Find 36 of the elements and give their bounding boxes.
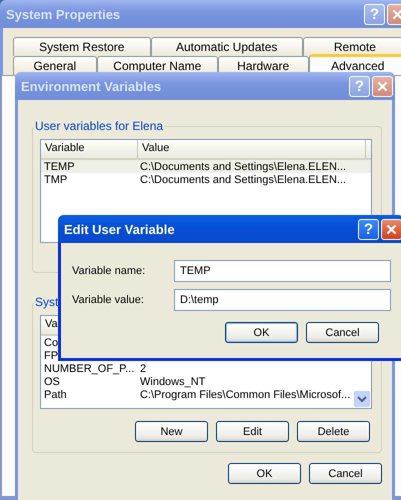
variable-cell-text: NUMBER_OF_P... <box>43 362 136 374</box>
list-row[interactable]: OS Windows_NT <box>41 375 371 388</box>
variable-cell-text: OS <box>43 376 61 388</box>
variable-cell-text: TEMP <box>43 160 76 172</box>
column-header[interactable]: Variable <box>41 140 138 158</box>
dialog-button[interactable]: OK <box>225 322 298 343</box>
scroll-down-icon[interactable] <box>354 391 370 407</box>
variable-cell-text: Path <box>43 388 68 400</box>
list-row[interactable]: TMP C:\Documents and Settings\Elena.ELEN... <box>41 173 371 186</box>
value-cell-text: C:\Documents and Settings\Elena.ELEN... <box>139 160 348 172</box>
value-cell-text: C:\Documents and Settings\Elena.ELEN... <box>139 174 348 186</box>
close-icon <box>392 8 401 20</box>
field-label: Variable value: <box>72 294 145 306</box>
close-icon <box>386 224 397 234</box>
window-title: Edit User Variable <box>64 222 176 236</box>
value-cell-text: C:\Program Files\Common Files\Microsof... <box>139 388 352 400</box>
help-button[interactable]: ? <box>358 218 379 240</box>
dialog-button[interactable]: Cancel <box>306 322 379 343</box>
window-title: Environment Variables <box>21 78 162 94</box>
value-cell-text: Windows_NT <box>139 376 206 388</box>
list-row[interactable]: NUMBER_OF_P... 2 <box>41 362 371 375</box>
variable-cell-text: FP <box>43 350 60 362</box>
variable-cell-text: Co <box>43 336 60 348</box>
input-field[interactable]: TEMP <box>174 260 391 282</box>
value-cell-text: 2 <box>139 362 148 374</box>
close-button[interactable] <box>381 218 401 240</box>
close-icon <box>377 80 388 92</box>
group-label: User variables for Elena <box>34 119 164 133</box>
column-header[interactable]: Value <box>138 140 366 158</box>
variable-cell-text: TMP <box>43 174 68 186</box>
list-row[interactable]: TEMP C:\Documents and Settings\Elena.ELEN... <box>41 160 371 173</box>
list-row[interactable]: Path C:\Program Files\Common Files\Microsof... <box>41 388 371 401</box>
input-field[interactable]: D:\temp <box>174 289 391 311</box>
group-label: Syst <box>34 295 60 309</box>
window-title: System Properties <box>6 6 122 22</box>
field-label: Variable name: <box>72 265 146 277</box>
